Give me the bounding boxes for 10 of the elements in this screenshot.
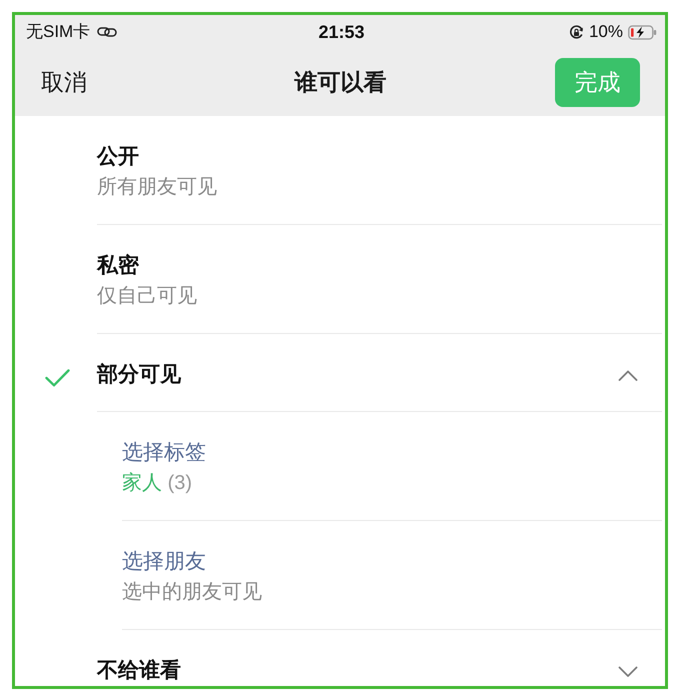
link-icon <box>97 26 118 38</box>
carrier-text: 无SIM卡 <box>26 21 90 44</box>
battery-percent: 10% <box>588 21 623 44</box>
cancel-button[interactable]: 取消 <box>41 68 87 96</box>
collapse-chevron-icon[interactable] <box>618 370 638 382</box>
expand-chevron-icon[interactable] <box>618 666 638 678</box>
page-title: 谁可以看 <box>294 68 386 98</box>
clock-time: 21:53 <box>318 20 365 44</box>
rotation-lock-icon <box>568 24 584 40</box>
check-icon <box>45 368 70 387</box>
